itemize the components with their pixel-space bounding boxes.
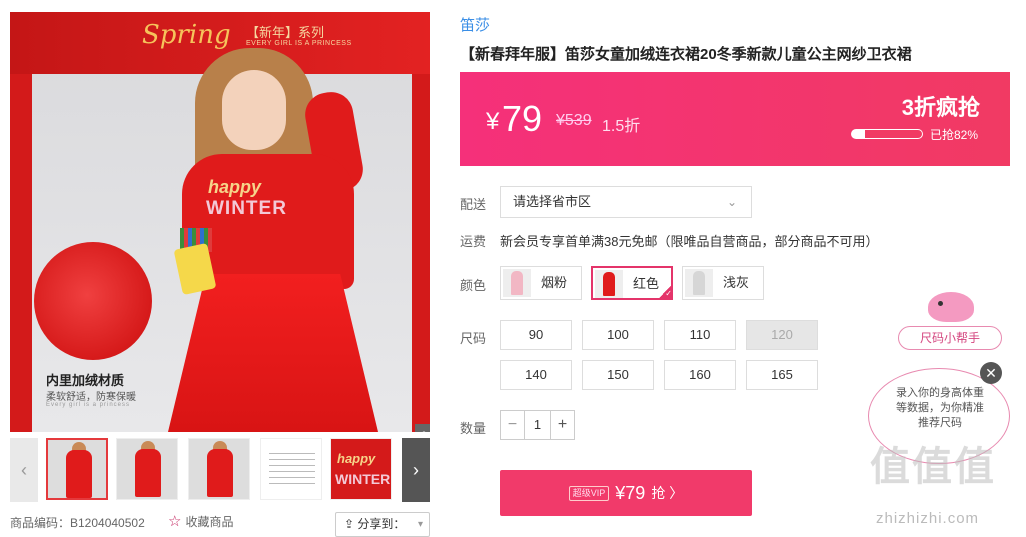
thumbnail-size-chart[interactable] [260, 438, 322, 500]
delivery-label: 配送 [460, 197, 487, 212]
mascot-icon[interactable] [928, 292, 974, 322]
favorite-label: 收藏商品 [185, 515, 234, 529]
size-option-140[interactable]: 140 [500, 360, 572, 390]
thumb-dress [66, 450, 92, 498]
size-option-120: 120 [746, 320, 818, 350]
vip-badge: 超级VIP [568, 485, 610, 501]
material-caption-sub: 柔软舒适，防寒保暖 [46, 392, 136, 403]
size-option-160[interactable]: 160 [664, 360, 736, 390]
hero-right-band [412, 12, 430, 432]
hero-series: 【新年】系列 [246, 25, 325, 40]
thumb-prev-arrow-icon[interactable]: ‹ [10, 438, 38, 502]
watermark-url: zhizhizhi.com [876, 510, 980, 527]
price-currency: ¥ [486, 108, 500, 135]
region-select[interactable]: 请选择省市区 ⌄ [500, 186, 752, 218]
thumb-print-happy: happy [337, 451, 376, 466]
color-option-label: 浅灰 [723, 275, 750, 290]
thumbnail-print-detail[interactable]: happy WINTER [330, 438, 392, 500]
material-caption: 内里加绒材质 [46, 373, 125, 388]
favorite-button[interactable]: ☆ 收藏商品 [168, 512, 233, 530]
color-swatch [685, 269, 713, 297]
price-discount: 1.5折 [602, 118, 641, 135]
shipping-label: 运费 [460, 234, 487, 249]
sku-code: 商品编码：B1204040502 [10, 516, 145, 530]
zoom-icon[interactable]: ⌕ [415, 424, 430, 432]
thumbnail-3[interactable] [188, 438, 250, 500]
buy-action: 抢 〉 [651, 485, 684, 501]
check-icon: ✓ [657, 284, 673, 300]
swatch-dress [603, 272, 615, 296]
color-swatch [503, 269, 531, 297]
quantity-plus-button[interactable]: + [550, 411, 574, 439]
hero-title: Spring [142, 20, 231, 50]
print-winter: WINTER [206, 198, 287, 219]
size-chart-rows [269, 453, 315, 489]
color-option-label: 烟粉 [541, 275, 568, 290]
quantity-stepper: − 1 + [500, 410, 575, 440]
chevron-down-icon: ⌄ [726, 195, 737, 209]
model-tulle-skirt [168, 274, 378, 432]
price-panel: ¥ 79 ¥539 1.5折 3折疯抢 已抢82% [460, 72, 1010, 166]
thumbnail-2[interactable] [116, 438, 178, 500]
color-option-2[interactable]: 红色 ✓ [591, 266, 673, 300]
color-label: 颜色 [460, 278, 487, 293]
color-option-3[interactable]: 浅灰 [682, 266, 764, 300]
color-swatch [595, 270, 623, 298]
brand-link[interactable]: 笛莎 [460, 14, 490, 35]
hero-side-band [10, 12, 32, 432]
chevron-down-icon: ▾ [417, 519, 423, 530]
region-select-value: 请选择省市区 [513, 194, 592, 209]
fabric-detail-circle [34, 242, 152, 360]
product-title: 【新春拜年服】笛莎女童加绒连衣裙20冬季新款儿童公主网纱卫衣裙 [460, 46, 912, 63]
size-label: 尺码 [460, 331, 487, 346]
product-main-image[interactable]: Spring 【新年】系列 EVERY GIRL IS A PRINCESS h… [10, 12, 430, 432]
thumb-dress [207, 449, 233, 497]
shipping-text: 新会员专享首单满38元免邮（限唯品自营商品，部分商品不可用） [500, 234, 879, 249]
swatch-dress [693, 271, 705, 295]
buy-price: ¥79 [615, 483, 646, 503]
size-option-150[interactable]: 150 [582, 360, 654, 390]
price-original: ¥539 [556, 112, 592, 129]
close-icon[interactable]: ✕ [980, 362, 1002, 384]
size-option-100[interactable]: 100 [582, 320, 654, 350]
quantity-label: 数量 [460, 421, 487, 436]
color-option-label: 红色 [633, 276, 660, 291]
model-face [222, 70, 286, 150]
buy-button[interactable]: 超级VIP ¥79 抢 〉 [500, 470, 752, 516]
thumb-dress [135, 449, 161, 497]
sold-progress-bar [851, 129, 923, 139]
share-label: 分享到： [357, 517, 406, 531]
sold-percent: 已抢82% [930, 128, 979, 142]
color-option-1[interactable]: 烟粉 [500, 266, 582, 300]
thumbnail-1[interactable] [46, 438, 108, 500]
product-page: Spring 【新年】系列 EVERY GIRL IS A PRINCESS h… [0, 0, 1026, 537]
material-caption-en: Every girl is a princess [46, 402, 131, 408]
hero-series-sub: EVERY GIRL IS A PRINCESS [246, 40, 352, 47]
share-icon: ⇪ [344, 517, 358, 531]
size-option-165[interactable]: 165 [746, 360, 818, 390]
print-happy: happy [208, 177, 262, 197]
share-dropdown[interactable]: ⇪ 分享到： ▾ [335, 512, 430, 537]
thumb-next-arrow-icon[interactable]: › [402, 438, 430, 502]
size-helper-text: 录入你的身高体重等数据，为你精准推荐尺码 [896, 387, 984, 429]
thumb-print-winter: WINTER [335, 471, 391, 487]
quantity-value[interactable]: 1 [525, 411, 550, 439]
price-current: 79 [502, 98, 543, 139]
size-option-90[interactable]: 90 [500, 320, 572, 350]
quantity-minus-button[interactable]: − [501, 411, 525, 439]
flash-sale-label: 3折疯抢 [901, 95, 980, 120]
size-helper-tag[interactable]: 尺码小帮手 [898, 326, 1002, 350]
thumbnail-strip: ‹ happy WINTER › [10, 438, 430, 502]
swatch-dress [511, 271, 523, 295]
star-icon: ☆ [168, 513, 182, 530]
sold-progress-fill [864, 130, 922, 138]
watermark-logo: 值值值 [870, 445, 996, 489]
size-option-110[interactable]: 110 [664, 320, 736, 350]
